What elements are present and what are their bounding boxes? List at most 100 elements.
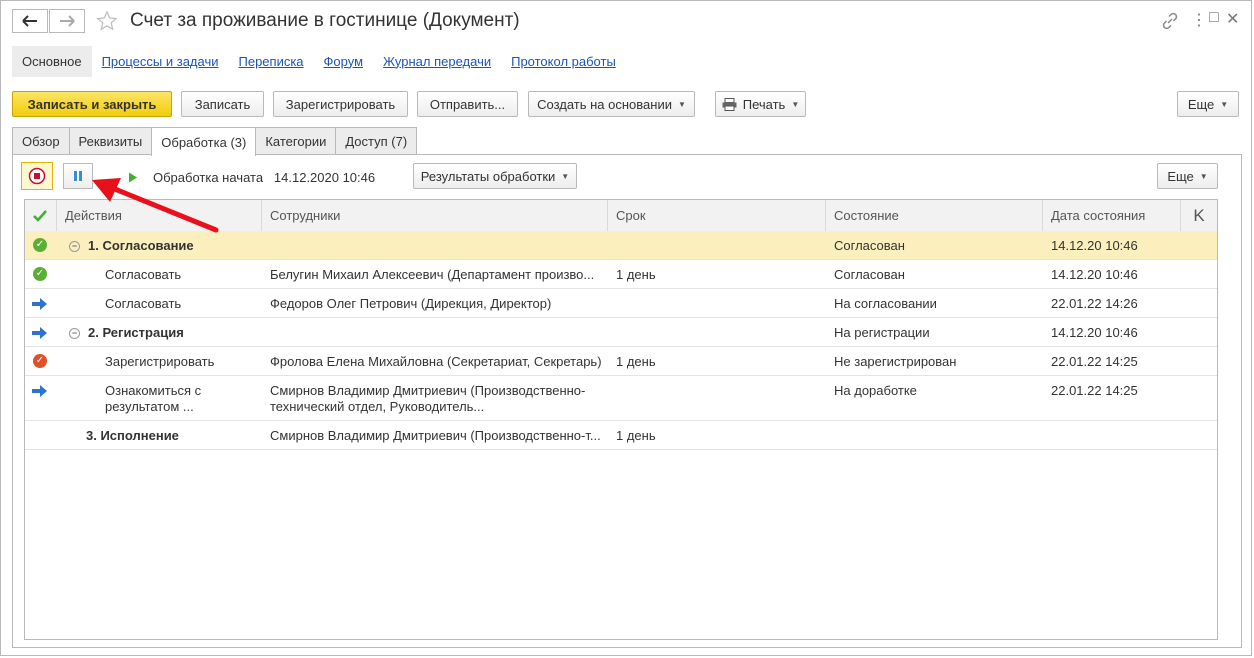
back-button[interactable] (12, 9, 48, 33)
register-label: Зарегистрировать (285, 96, 396, 112)
tab-details[interactable]: Реквизиты (68, 127, 153, 154)
more-button[interactable]: Еще ▼ (1177, 91, 1239, 117)
row-action: 3. Исполнение (86, 428, 179, 443)
save-close-button[interactable]: Записать и закрыть (12, 91, 172, 117)
section-tab-processes[interactable]: Процессы и задачи (102, 54, 219, 69)
printer-icon (722, 97, 737, 111)
row-action-cell: −2. Регистрация (57, 318, 262, 347)
row-employee: Федоров Олег Петрович (Дирекция, Директо… (270, 296, 552, 311)
results-label: Результаты обработки (420, 168, 556, 184)
create-based-button[interactable]: Создать на основании ▼ (528, 91, 695, 117)
row-state: На доработке (834, 383, 917, 398)
arrow-right-icon (32, 327, 47, 339)
row-date: 14.12.20 10:46 (1051, 325, 1138, 340)
arrow-right-icon (60, 15, 75, 27)
section-tab-main[interactable]: Основное (12, 45, 92, 77)
header-state[interactable]: Состояние (826, 200, 1043, 231)
rejected-icon: ✓ (33, 354, 47, 368)
row-date: 22.01.22 14:26 (1051, 296, 1138, 311)
checkmark-icon (33, 210, 47, 222)
header-k[interactable]: K (1181, 200, 1217, 231)
annotation-arrow-icon (92, 178, 219, 233)
approved-icon: ✓ (33, 238, 47, 252)
stop-button[interactable] (21, 162, 53, 190)
row-state: Согласован (834, 267, 905, 282)
section-tab-forum[interactable]: Форум (324, 54, 364, 69)
print-button[interactable]: Печать ▼ (715, 91, 806, 117)
arrow-right-icon (32, 385, 47, 397)
row-term: 1 день (616, 428, 656, 443)
chevron-down-icon: ▼ (1199, 171, 1208, 181)
favorite-star-icon[interactable] (96, 10, 118, 32)
chevron-down-icon: ▼ (1220, 99, 1229, 109)
grid-more-button[interactable]: Еще ▼ (1157, 163, 1218, 189)
section-tabs: Основное Процессы и задачи Переписка Фор… (12, 45, 636, 77)
tab-overview[interactable]: Обзор (12, 127, 70, 154)
row-employee: Фролова Елена Михайловна (Секретариат, С… (270, 354, 602, 369)
window-title: Счет за проживание в гостинице (Документ… (130, 10, 520, 31)
arrow-left-icon (22, 15, 37, 27)
row-employee: Смирнов Владимир Дмитриевич (Производств… (270, 428, 601, 443)
more-icon[interactable]: ⋮ (1191, 10, 1207, 30)
save-button[interactable]: Записать (181, 91, 264, 117)
processing-status-date: 14.12.2020 10:46 (273, 170, 376, 185)
row-state: Не зарегистрирован (834, 354, 957, 369)
section-tab-work-log[interactable]: Протокол работы (511, 54, 616, 69)
row-date: 22.01.22 14:25 (1051, 383, 1138, 398)
section-tab-correspondence[interactable]: Переписка (239, 54, 304, 69)
send-label: Отправить... (429, 96, 506, 112)
row-state: Согласован (834, 238, 905, 253)
header-employees[interactable]: Сотрудники (262, 200, 608, 231)
header-term[interactable]: Срок (608, 200, 826, 231)
register-button[interactable]: Зарегистрировать (273, 91, 408, 117)
chevron-down-icon: ▼ (791, 99, 800, 109)
row-state: На согласовании (834, 296, 937, 311)
row-action: Ознакомиться с результатом ... (105, 383, 202, 414)
chevron-down-icon: ▼ (677, 99, 686, 109)
send-button[interactable]: Отправить... (417, 91, 518, 117)
row-date: 14.12.20 10:46 (1051, 238, 1138, 253)
row-action: Согласовать (105, 267, 182, 282)
row-action: 2. Регистрация (88, 325, 184, 340)
tab-categories[interactable]: Категории (255, 127, 337, 154)
header-state-date[interactable]: Дата состояния (1043, 200, 1181, 231)
row-employee: Смирнов Владимир Дмитриевич (Производств… (270, 383, 586, 414)
arrow-right-icon (32, 298, 47, 310)
approved-icon: ✓ (33, 267, 47, 281)
stop-icon (28, 167, 46, 185)
save-close-label: Записать и закрыть (27, 96, 157, 112)
row-action: Зарегистрировать (105, 354, 215, 369)
table-row[interactable]: ✓ Зарегистрировать Фролова Елена Михайло… (25, 347, 1217, 376)
form-tabs: Обзор Реквизиты Обработка (3) Категории … (12, 127, 418, 156)
table-row[interactable]: Ознакомиться с результатом ... Смирнов В… (25, 376, 1217, 421)
save-label: Записать (194, 96, 251, 112)
row-date: 14.12.20 10:46 (1051, 267, 1138, 282)
print-label: Печать (742, 96, 786, 112)
more-label: Еще (1187, 96, 1215, 112)
row-state: На регистрации (834, 325, 930, 340)
results-button[interactable]: Результаты обработки ▼ (413, 163, 577, 189)
section-tab-transfer-log[interactable]: Журнал передачи (383, 54, 491, 69)
row-date: 22.01.22 14:25 (1051, 354, 1138, 369)
chevron-down-icon: ▼ (561, 171, 570, 181)
link-icon[interactable] (1161, 12, 1179, 30)
maximize-icon[interactable]: □ (1209, 9, 1219, 27)
close-icon[interactable]: ✕ (1226, 9, 1239, 29)
header-status-icon[interactable] (25, 200, 57, 231)
row-term: 1 день (616, 267, 656, 282)
tasks-table[interactable]: Действия Сотрудники Срок Состояние Дата … (24, 199, 1218, 640)
collapse-icon[interactable]: − (69, 241, 80, 253)
forward-button[interactable] (49, 9, 85, 33)
grid-more-label: Еще (1167, 168, 1194, 184)
row-employee: Белугин Михаил Алексеевич (Департамент п… (270, 267, 595, 282)
row-action: 1. Согласование (88, 238, 194, 253)
tab-access[interactable]: Доступ (7) (335, 127, 418, 154)
row-action: Согласовать (105, 296, 182, 311)
table-row[interactable]: 3. Исполнение Смирнов Владимир Дмитриеви… (25, 421, 1217, 450)
table-row[interactable]: −2. Регистрация На регистрации 14.12.20 … (25, 318, 1217, 347)
table-row[interactable]: ✓ Согласовать Белугин Михаил Алексеевич … (25, 260, 1217, 289)
tab-processing[interactable]: Обработка (3) (151, 127, 257, 156)
collapse-icon[interactable]: − (69, 328, 80, 340)
row-term: 1 день (616, 354, 656, 369)
table-row[interactable]: Согласовать Федоров Олег Петрович (Дирек… (25, 289, 1217, 318)
